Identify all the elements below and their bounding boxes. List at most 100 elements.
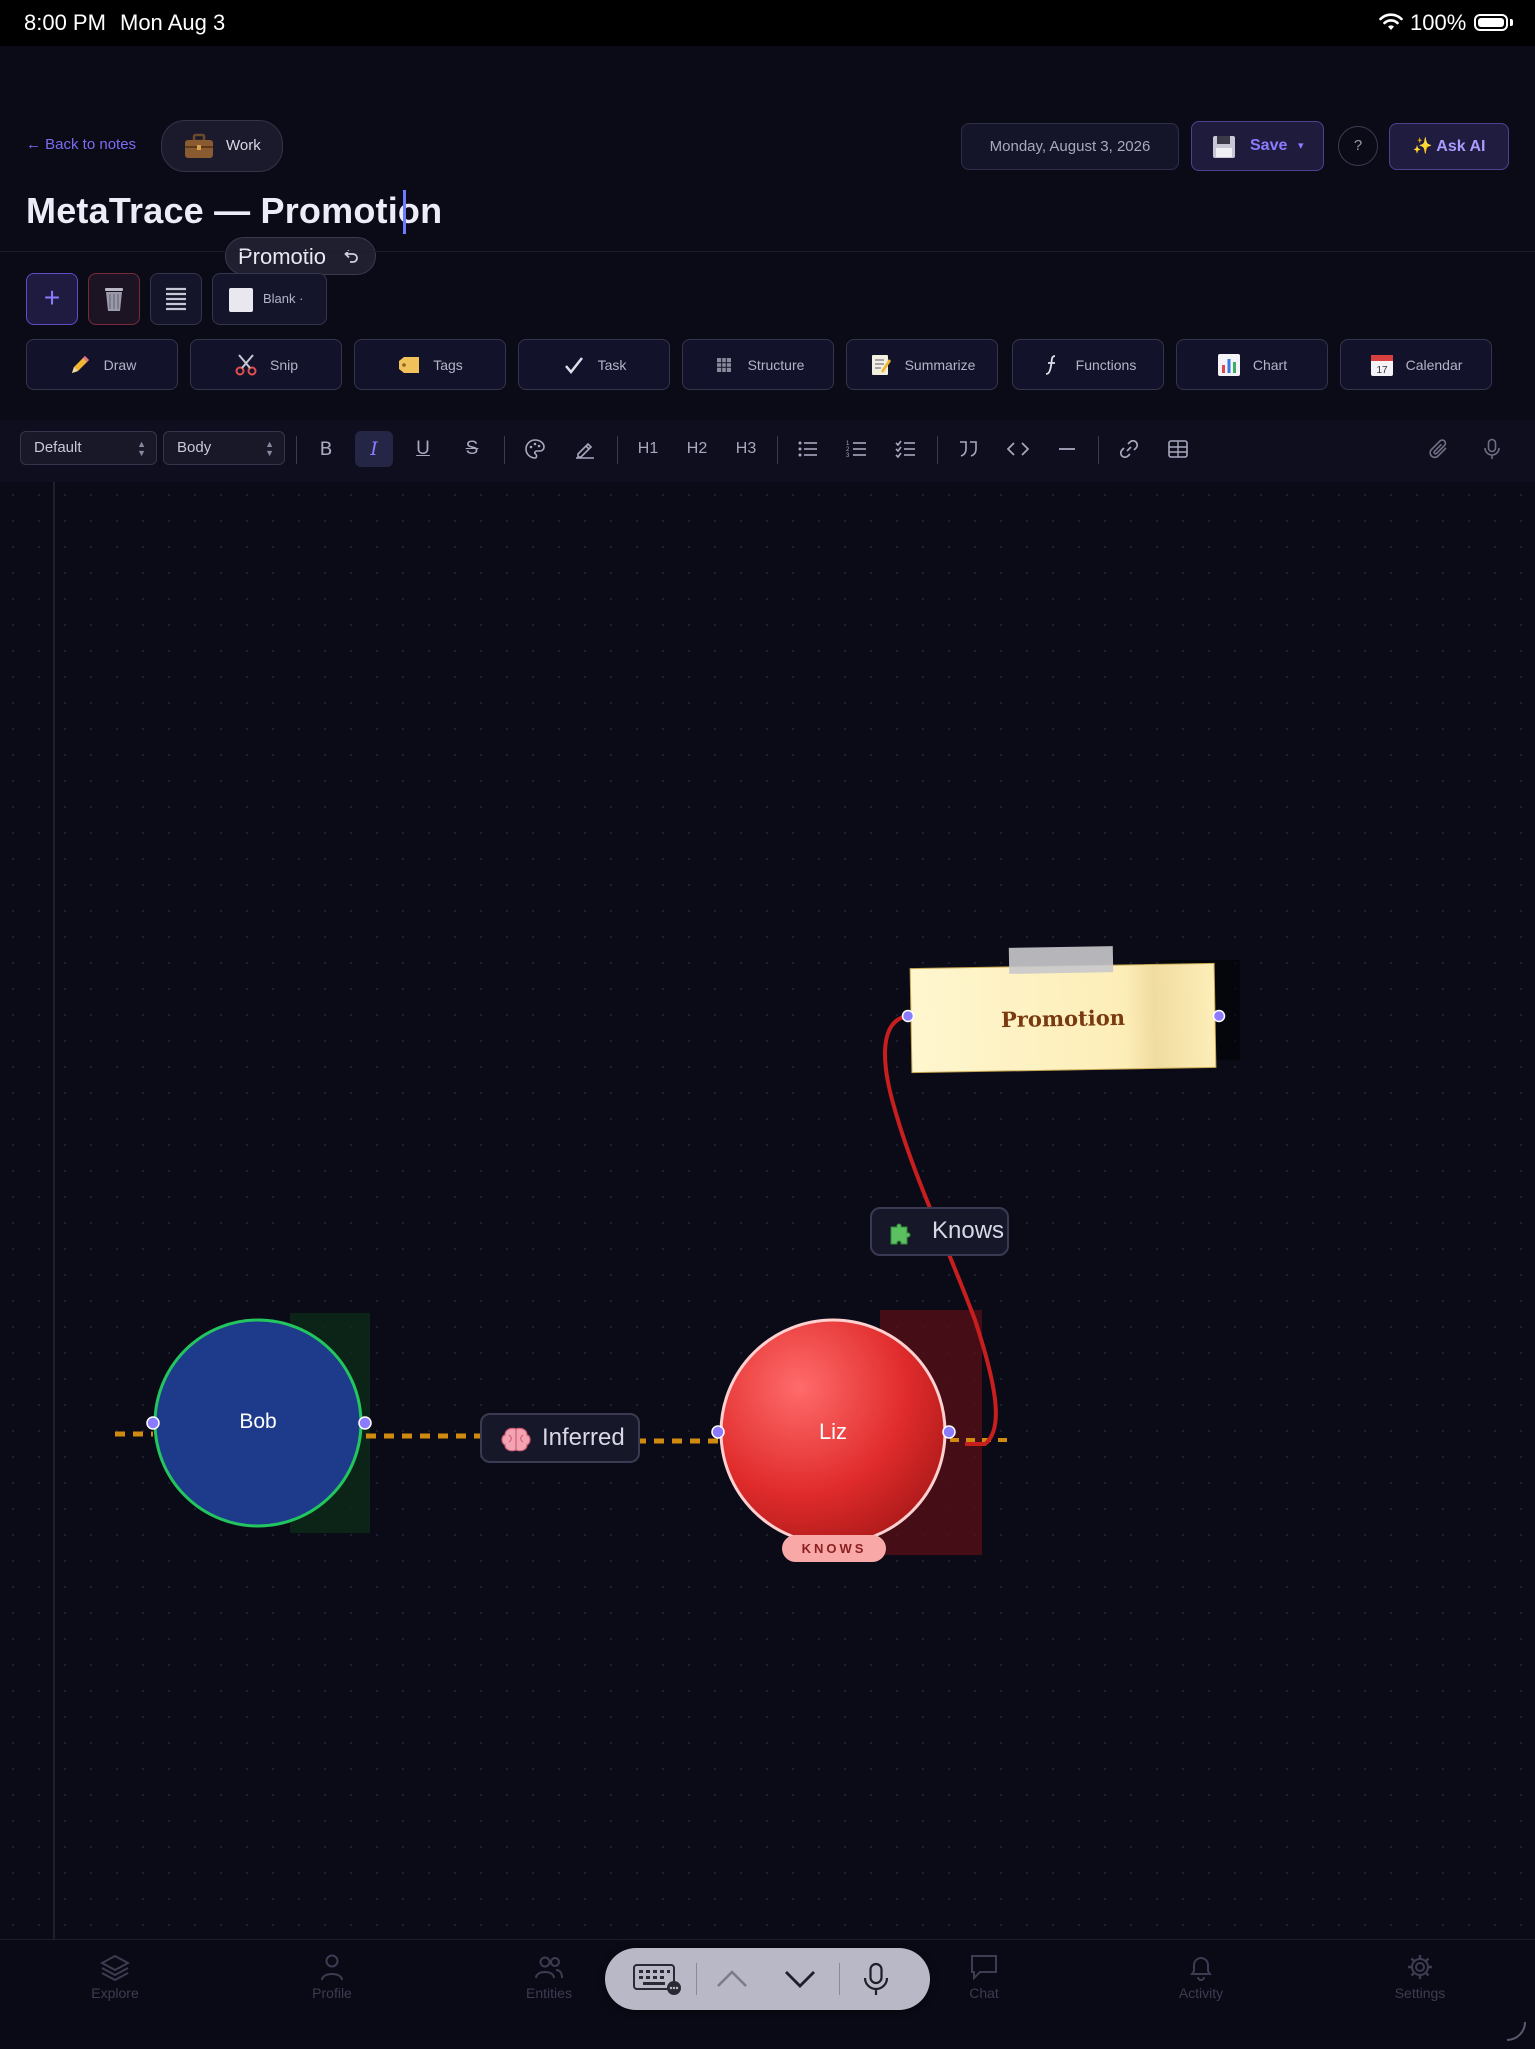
tool-structure[interactable]: Structure <box>682 339 834 390</box>
format-separator <box>777 436 778 464</box>
undo-arrow-icon <box>344 249 358 263</box>
underline-button[interactable]: U <box>404 431 442 467</box>
checklist-icon <box>895 440 915 459</box>
tool-label: Task <box>597 356 627 373</box>
microphone-icon <box>1484 438 1500 459</box>
person-icon <box>321 1954 343 1981</box>
font-select[interactable]: Default ▲ ▼ <box>20 431 157 465</box>
delete-button[interactable] <box>88 273 140 325</box>
tool-label: Draw <box>103 356 137 373</box>
chevron-down-icon[interactable] <box>783 1966 817 1992</box>
tool-snip[interactable]: Snip <box>190 339 342 390</box>
table-button[interactable] <box>1159 431 1197 467</box>
bold-button[interactable]: B <box>307 431 345 467</box>
chevron-up-icon[interactable] <box>715 1966 749 1992</box>
function-icon <box>1045 354 1055 375</box>
bullet-list-button[interactable] <box>789 431 827 467</box>
add-block-button[interactable]: + <box>26 273 78 325</box>
edge-label-knows[interactable]: Knows <box>870 1207 1009 1256</box>
battery-icon <box>1474 14 1508 31</box>
note-title-input[interactable]: MetaTrace — Promotion <box>26 190 442 232</box>
quote-button[interactable] <box>949 431 987 467</box>
paperclip-icon <box>1429 439 1447 459</box>
people-icon <box>535 1956 563 1979</box>
microphone-icon[interactable] <box>861 1962 891 1998</box>
text-color-button[interactable] <box>516 431 554 467</box>
tab-explore[interactable]: Explore <box>55 1953 175 2001</box>
trash-icon <box>105 288 123 311</box>
notebook-selector[interactable]: Work <box>161 120 283 172</box>
check-icon <box>564 356 583 374</box>
puzzle-icon <box>890 1223 911 1245</box>
tab-profile[interactable]: Profile <box>272 1953 392 2001</box>
tool-draw[interactable]: Draw <box>26 339 178 390</box>
horizontal-rule-icon <box>1059 448 1075 450</box>
template-selector[interactable]: Blank · <box>212 273 327 325</box>
keyboard-dismiss-button[interactable] <box>633 1962 683 1996</box>
tool-chart[interactable]: Chart <box>1176 339 1328 390</box>
tab-label: Profile <box>312 1985 352 2001</box>
italic-button[interactable]: I <box>355 431 393 467</box>
liz-left-handle[interactable] <box>711 1425 725 1439</box>
attach-button[interactable] <box>1420 431 1458 467</box>
tool-functions[interactable]: Functions <box>1012 339 1164 390</box>
select-arrows-icon: ▲ ▼ <box>265 439 274 458</box>
tool-summarize[interactable]: Summarize <box>846 339 998 390</box>
tool-tags[interactable]: Tags <box>354 339 506 390</box>
autocomplete-suggestion[interactable]: Promotio <box>225 237 376 275</box>
note-date[interactable]: Monday, August 3, 2026 <box>961 123 1179 170</box>
liz-right-handle[interactable] <box>942 1425 956 1439</box>
tab-entities[interactable]: Entities <box>489 1953 609 2001</box>
checklist-button[interactable] <box>887 431 925 467</box>
back-to-notes-link[interactable]: ← Back to notes <box>26 136 136 153</box>
tool-task[interactable]: Task <box>518 339 670 390</box>
ask-ai-button[interactable]: ✨ Ask AI <box>1389 123 1509 170</box>
highlighter-icon <box>576 442 594 459</box>
heading-2-button[interactable]: H2 <box>678 431 716 467</box>
tab-activity[interactable]: Activity <box>1141 1953 1261 2001</box>
liz-label: Liz <box>818 1419 848 1444</box>
link-button[interactable] <box>1110 431 1148 467</box>
edge-label-inferred[interactable]: Inferred <box>480 1413 640 1463</box>
tool-label: Summarize <box>904 356 976 373</box>
promotion-label: Promotion <box>1000 1004 1126 1033</box>
tool-label: Tags <box>433 356 463 373</box>
header-divider <box>0 251 1535 252</box>
toolbar-separator <box>696 1963 697 1995</box>
format-separator <box>937 436 938 464</box>
bob-right-handle[interactable] <box>358 1416 372 1430</box>
resize-grip-icon <box>1506 2021 1526 2041</box>
quote-icon <box>960 441 977 457</box>
bob-left-handle[interactable] <box>146 1416 160 1430</box>
code-icon <box>1006 442 1030 456</box>
heading-3-button[interactable]: H3 <box>727 431 765 467</box>
bullet-list-icon <box>798 441 817 457</box>
tag-icon <box>399 356 420 373</box>
style-select-value: Body <box>177 439 212 456</box>
dictation-button[interactable] <box>1473 431 1511 467</box>
bar-chart-icon <box>1217 353 1240 376</box>
tool-calendar[interactable]: 17 Calendar <box>1340 339 1492 390</box>
blank-page-swatch <box>229 288 253 312</box>
tab-settings[interactable]: Settings <box>1360 1953 1480 2001</box>
bell-icon <box>1190 1957 1212 1981</box>
promotion-right-handle[interactable] <box>1212 1009 1226 1023</box>
autocomplete-text: Promotio <box>238 244 327 269</box>
scissors-icon <box>235 353 257 375</box>
tab-label: Settings <box>1394 1985 1446 2001</box>
save-button[interactable]: Save ▾ <box>1191 121 1324 171</box>
horizontal-rule-button[interactable] <box>1048 431 1086 467</box>
strikethrough-button[interactable]: S <box>453 431 491 467</box>
tab-label: Entities <box>526 1985 572 2001</box>
help-button[interactable]: ? <box>1338 126 1378 166</box>
table-icon <box>1168 440 1188 458</box>
format-separator <box>504 436 505 464</box>
tab-chat[interactable]: Chat <box>924 1953 1044 2001</box>
code-button[interactable] <box>999 431 1037 467</box>
numbered-list-button[interactable]: 123 <box>838 431 876 467</box>
svg-text:17: 17 <box>1376 365 1388 376</box>
style-select[interactable]: Body ▲ ▼ <box>163 431 285 465</box>
line-spacing-button[interactable] <box>150 273 202 325</box>
heading-1-button[interactable]: H1 <box>629 431 667 467</box>
highlight-button[interactable] <box>566 431 604 467</box>
